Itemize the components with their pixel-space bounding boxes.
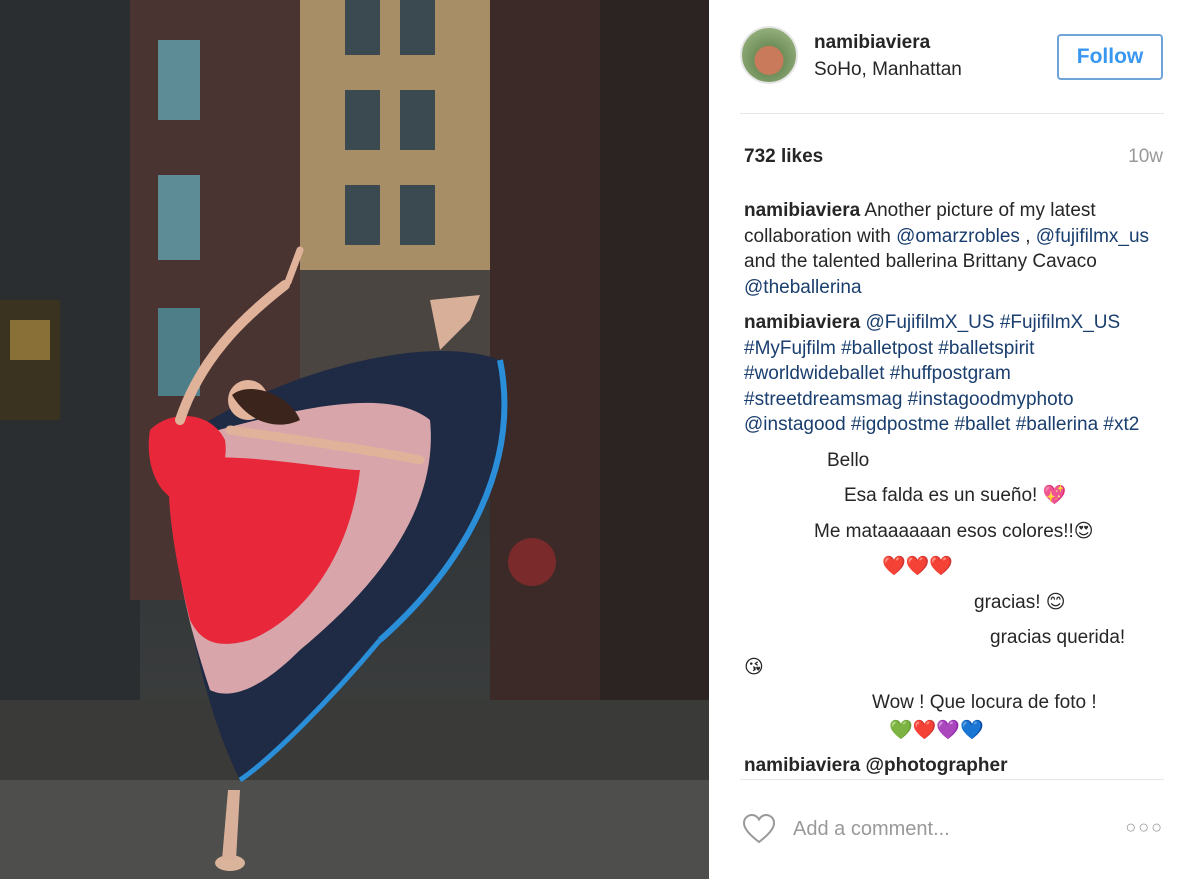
follow-button[interactable]: Follow [1057, 34, 1163, 80]
post-time[interactable]: 10w [1128, 146, 1163, 168]
comment-item: 😘 [744, 656, 764, 678]
post-details-panel: namibiaviera SoHo, Manhattan Follow 732 … [709, 0, 1200, 879]
comment-item: ❤️❤️❤️ [882, 556, 953, 577]
caption-text: , [1019, 225, 1036, 247]
comment-item: 💚❤️💜💙 [889, 719, 984, 741]
add-comment-bar: ○○○ [740, 807, 1164, 851]
comment-item: gracias querida! [990, 627, 1126, 648]
comment-item: namibiaviera @photographer [744, 755, 1008, 776]
comment-item: gracias! 😊 [974, 591, 1066, 613]
comment-item: Bello [827, 449, 870, 471]
likes-count[interactable]: 732 likes [744, 146, 823, 168]
caption-username[interactable]: namibiaviera [744, 200, 860, 221]
mention-link[interactable]: @omarzrobles [896, 226, 1020, 247]
comment-item: Wow ! Que locura de foto ! [872, 692, 1097, 713]
comment-input[interactable] [793, 815, 1093, 843]
ballerina-photo-illustration [0, 0, 709, 879]
comments-divider [740, 779, 1164, 780]
mention-link[interactable]: @fujifilmx_us [1036, 226, 1149, 247]
caption-text: and the talented ballerina Brittany Cava… [744, 251, 1097, 272]
mention-link[interactable]: @theballerina [744, 277, 862, 298]
hashtags-comment: namibiaviera @FujifilmX_US #FujifilmX_US… [744, 310, 1164, 438]
heart-outline-icon[interactable] [742, 813, 776, 845]
post-photo[interactable] [0, 0, 709, 879]
header-divider [740, 113, 1164, 114]
location[interactable]: SoHo, Manhattan [814, 59, 962, 81]
caption: namibiaviera Another picture of my lates… [744, 198, 1164, 300]
more-options-icon[interactable]: ○○○ [1125, 817, 1164, 838]
avatar[interactable] [740, 26, 798, 84]
comment-item: Esa falda es un sueño! 💖 [844, 485, 1067, 506]
comment-item: Me mataaaaaan esos colores!!😍 [814, 520, 1094, 542]
post-header: namibiaviera SoHo, Manhattan Follow [740, 26, 1164, 88]
comments-list[interactable]: namibiaviera Another picture of my lates… [744, 198, 1164, 780]
username[interactable]: namibiaviera [814, 32, 930, 54]
comment-username[interactable]: namibiaviera [744, 312, 860, 333]
